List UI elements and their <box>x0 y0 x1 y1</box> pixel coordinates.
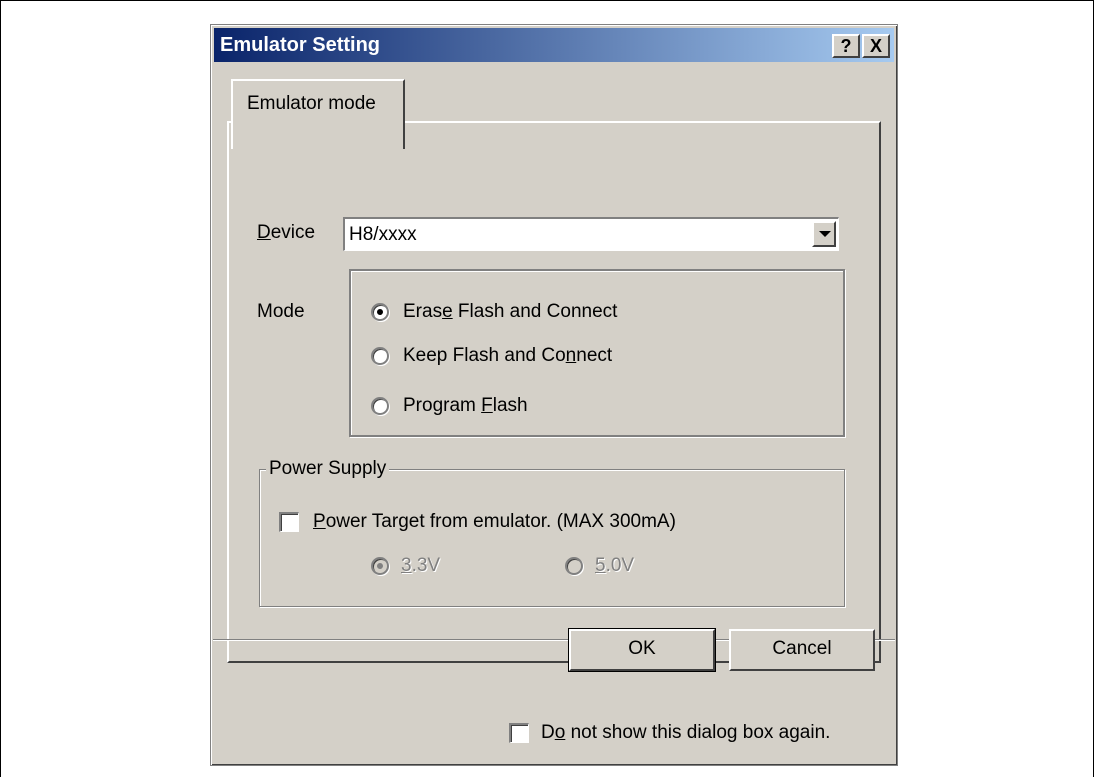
radio-keep-flash[interactable] <box>371 347 389 365</box>
access-key: F <box>481 395 493 416</box>
device-select[interactable]: H8/xxxx <box>343 217 839 251</box>
radio-program-flash-label[interactable]: Program Flash <box>403 395 528 417</box>
cancel-button[interactable]: Cancel <box>729 629 875 671</box>
dont-show-label[interactable]: Do not show this dialog box again. <box>541 722 830 744</box>
access-key: n <box>565 345 577 366</box>
device-select-value: H8/xxxx <box>349 224 417 245</box>
tab-emulator-mode[interactable]: Emulator mode <box>231 79 405 149</box>
power-target-checkbox[interactable] <box>279 512 299 532</box>
mode-label: Mode <box>257 301 305 322</box>
emulator-setting-dialog: Emulator Setting ? X Emulator mode Devic… <box>210 24 898 766</box>
close-icon: X <box>869 36 882 56</box>
title-bar[interactable]: Emulator Setting ? X <box>214 28 894 62</box>
radio-3-3v-label[interactable]: 3.3V <box>401 555 440 577</box>
radio-erase-flash-label[interactable]: Erase Flash and Connect <box>403 301 617 323</box>
close-button[interactable]: X <box>862 34 890 58</box>
power-supply-legend: Power Supply <box>266 458 390 480</box>
radio-5-0v[interactable] <box>565 557 583 575</box>
radio-5-0v-label-rest: .0V <box>605 555 635 576</box>
radio-3-3v-label-first: 3 <box>401 555 412 576</box>
ok-button[interactable]: OK <box>568 628 716 672</box>
help-icon: ? <box>840 36 852 56</box>
radio-5-0v-label-first: 5 <box>595 555 606 576</box>
radio-3-3v[interactable] <box>371 557 389 575</box>
access-key: P <box>313 511 326 532</box>
access-key: e <box>442 301 453 322</box>
device-label: Device <box>257 222 316 243</box>
radio-program-flash[interactable] <box>371 397 389 415</box>
access-key: o <box>554 722 566 743</box>
radio-5-0v-label[interactable]: 5.0V <box>595 555 634 577</box>
radio-keep-flash-label[interactable]: Keep Flash and Connect <box>403 345 612 367</box>
access-key: D <box>257 222 271 243</box>
help-button[interactable]: ? <box>832 34 860 58</box>
power-target-label[interactable]: Power Target from emulator. (MAX 300mA) <box>313 511 676 533</box>
dont-show-checkbox[interactable] <box>509 723 529 743</box>
window-title: Emulator Setting <box>220 34 381 56</box>
power-supply-group: Power Supply <box>259 458 845 607</box>
radio-3-3v-label-rest: .3V <box>411 555 441 576</box>
chevron-down-icon[interactable] <box>812 221 836 247</box>
tab-label: Emulator mode <box>247 93 376 114</box>
radio-erase-flash[interactable] <box>371 303 389 321</box>
